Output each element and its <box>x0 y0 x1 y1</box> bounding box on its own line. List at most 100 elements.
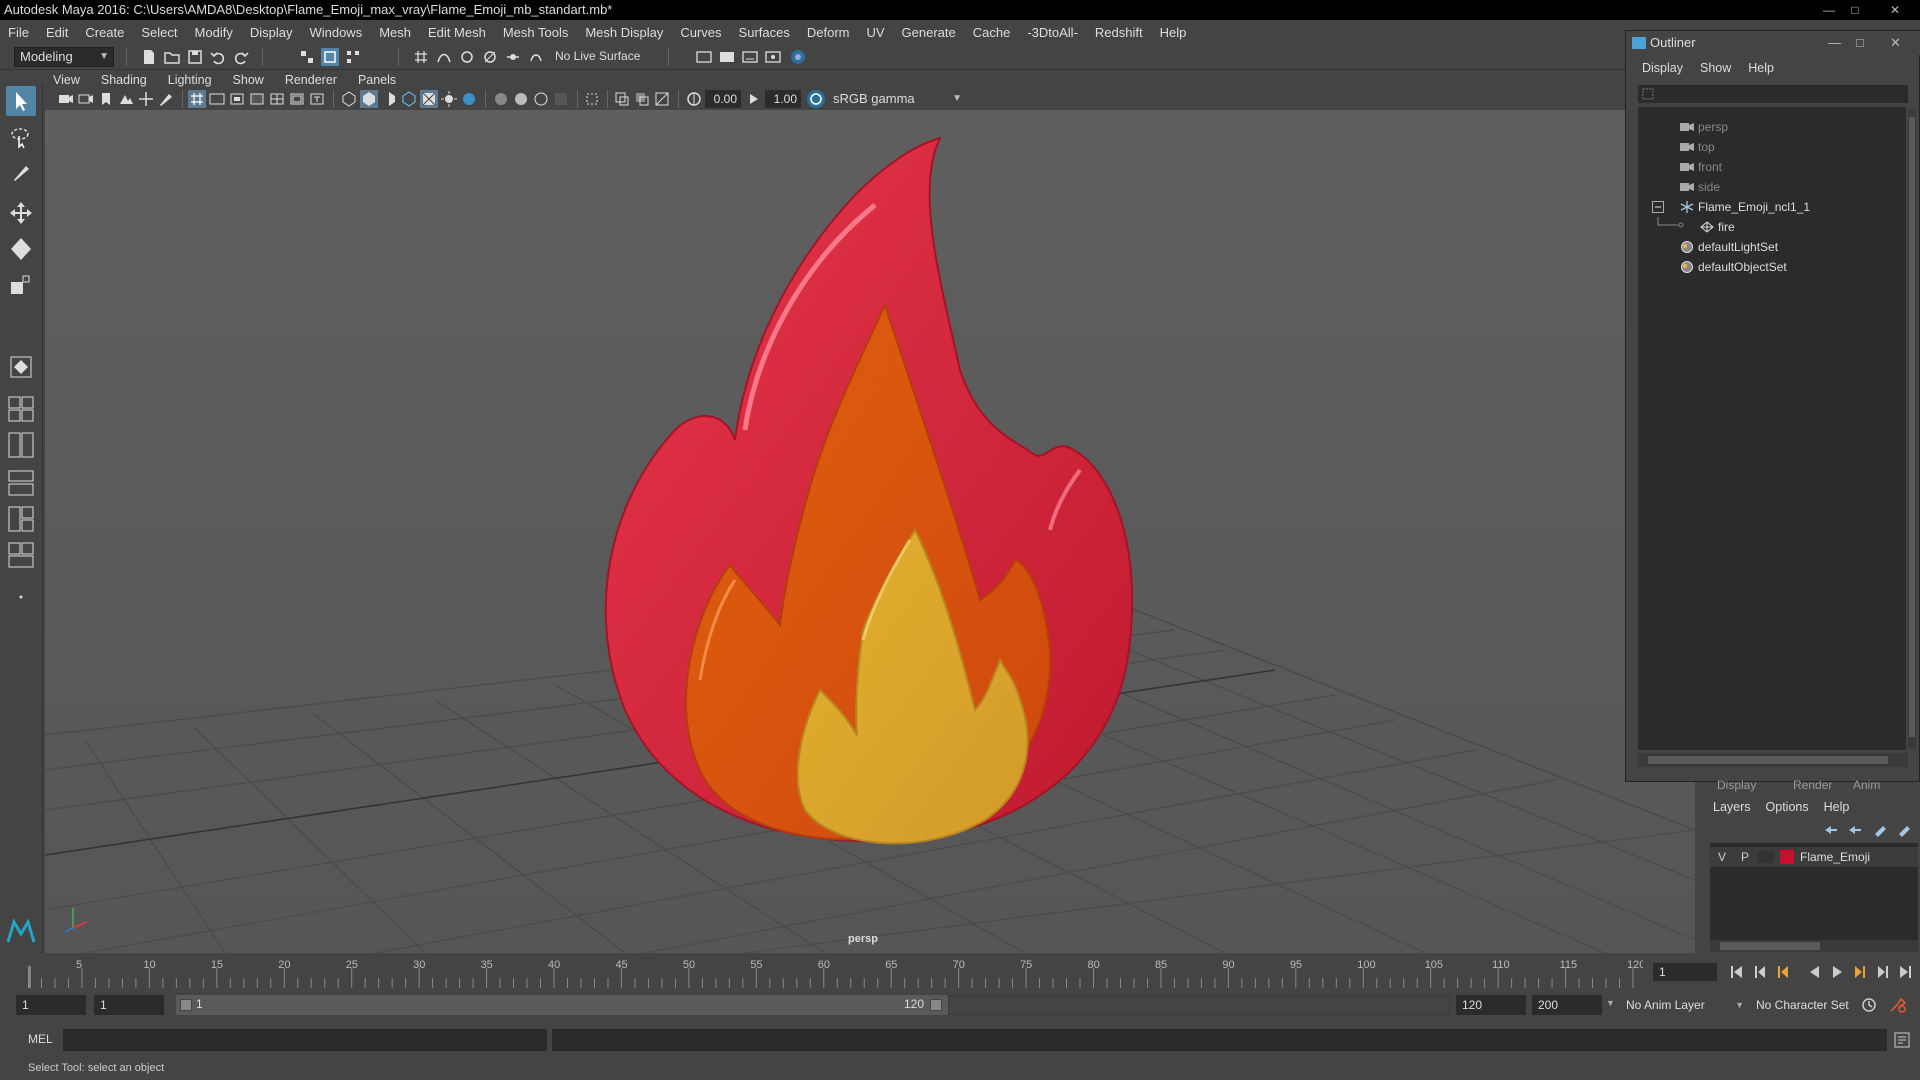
menu-deform[interactable]: Deform <box>807 25 850 40</box>
shadows-icon[interactable] <box>460 90 478 108</box>
tab-render[interactable]: Render <box>1793 778 1832 792</box>
xray-joints-icon[interactable] <box>653 90 671 108</box>
menu-modify[interactable]: Modify <box>195 25 233 40</box>
redo-icon[interactable] <box>232 48 250 66</box>
camera-icon[interactable] <box>57 90 75 108</box>
exposure-icon[interactable] <box>685 90 703 108</box>
open-scene-icon[interactable] <box>163 48 181 66</box>
safe-title-icon[interactable] <box>308 90 326 108</box>
menu-help[interactable]: Help <box>1160 25 1187 40</box>
select-hierarchy-icon[interactable] <box>298 48 316 66</box>
layer-menu-layers[interactable]: Layers <box>1713 800 1751 814</box>
outliner-menu-display[interactable]: Display <box>1642 61 1683 79</box>
script-editor-icon[interactable] <box>1893 1031 1911 1049</box>
layer-horizontal-scrollbar[interactable] <box>1710 940 1918 952</box>
outliner-item-flame-emoji-group[interactable]: Flame_Emoji_ncl1_1 <box>1638 197 1906 217</box>
hypershade-icon[interactable] <box>789 48 807 66</box>
layout-graph-button[interactable] <box>6 504 36 534</box>
gamma-icon[interactable] <box>745 90 763 108</box>
snap-live-icon[interactable] <box>504 48 522 66</box>
menu-curves[interactable]: Curves <box>680 25 721 40</box>
ipr-render-icon[interactable] <box>741 48 759 66</box>
menu-3dtoall[interactable]: -3DtoAll- <box>1027 25 1078 40</box>
layer-visibility-toggle[interactable]: V <box>1718 847 1726 867</box>
move-tool-button[interactable] <box>6 198 36 228</box>
command-language-label[interactable]: MEL <box>28 1032 53 1046</box>
layer-display-type[interactable] <box>1758 851 1774 863</box>
select-object-icon[interactable] <box>321 48 339 66</box>
two-d-pan-icon[interactable] <box>137 90 155 108</box>
current-time-marker[interactable] <box>28 966 31 988</box>
animation-start-field[interactable]: 1 <box>16 995 86 1015</box>
menu-edit[interactable]: Edit <box>46 25 68 40</box>
outliner-item-top[interactable]: top <box>1638 137 1906 157</box>
motion-blur-icon[interactable] <box>512 90 530 108</box>
xray-icon[interactable] <box>613 90 631 108</box>
layout-four-view-button[interactable] <box>6 394 36 424</box>
outliner-item-default-light-set[interactable]: defaultLightSet <box>1638 237 1906 257</box>
isolate-select-icon[interactable] <box>583 90 601 108</box>
new-scene-icon[interactable] <box>140 48 158 66</box>
snap-grid-icon[interactable] <box>412 48 430 66</box>
outliner-item-front[interactable]: front <box>1638 157 1906 177</box>
outliner-search-input[interactable] <box>1638 85 1908 103</box>
select-component-icon[interactable] <box>344 48 362 66</box>
bookmark-icon[interactable] <box>97 90 115 108</box>
camera-attributes-icon[interactable] <box>77 90 95 108</box>
safe-action-icon[interactable] <box>288 90 306 108</box>
close-icon[interactable]: ✕ <box>1890 31 1901 55</box>
scale-tool-button[interactable] <box>6 270 36 300</box>
layer-menu-options[interactable]: Options <box>1766 800 1809 814</box>
viewport-canvas[interactable] <box>45 110 1695 953</box>
layer-menu-help[interactable]: Help <box>1824 800 1850 814</box>
outliner-vertical-scrollbar[interactable] <box>1908 109 1916 749</box>
undo-icon[interactable] <box>209 48 227 66</box>
color-management-icon[interactable] <box>807 90 825 108</box>
range-start-handle[interactable] <box>180 999 192 1011</box>
animation-preferences-icon[interactable] <box>1888 996 1908 1014</box>
menu-create[interactable]: Create <box>85 25 124 40</box>
range-slider-track[interactable] <box>948 995 1450 1015</box>
paint-select-tool-button[interactable] <box>6 158 36 188</box>
viewport-menu-panels[interactable]: Panels <box>358 73 396 87</box>
wireframe-on-shaded-icon[interactable] <box>400 90 418 108</box>
minimize-icon[interactable]: — <box>1828 31 1841 55</box>
tab-anim[interactable]: Anim <box>1853 778 1880 792</box>
perspective-viewport[interactable]: persp <box>45 110 1695 953</box>
viewport-menu-view[interactable]: View <box>53 73 80 87</box>
depth-of-field-icon[interactable] <box>552 90 570 108</box>
field-chart-icon[interactable] <box>268 90 286 108</box>
anim-layer-dropdown[interactable]: No Anim Layer ▼ <box>1620 995 1746 1015</box>
menu-file[interactable]: File <box>8 25 29 40</box>
textured-icon[interactable] <box>420 90 438 108</box>
menu-mesh[interactable]: Mesh <box>379 25 411 40</box>
menu-uv[interactable]: UV <box>866 25 884 40</box>
use-all-lights-icon[interactable] <box>440 90 458 108</box>
command-input[interactable] <box>63 1029 547 1051</box>
menu-edit-mesh[interactable]: Edit Mesh <box>428 25 486 40</box>
auto-key-icon[interactable] <box>1860 996 1880 1014</box>
multisample-aa-icon[interactable] <box>532 90 550 108</box>
menu-cache[interactable]: Cache <box>973 25 1011 40</box>
menu-select[interactable]: Select <box>141 25 177 40</box>
outliner-item-default-object-set[interactable]: defaultObjectSet <box>1638 257 1906 277</box>
resolution-gate-icon[interactable] <box>228 90 246 108</box>
snap-point-icon[interactable] <box>458 48 476 66</box>
lasso-tool-button[interactable] <box>6 122 36 152</box>
menu-surfaces[interactable]: Surfaces <box>739 25 790 40</box>
menu-windows[interactable]: Windows <box>309 25 362 40</box>
menu-generate[interactable]: Generate <box>902 25 956 40</box>
playback-controls[interactable] <box>1728 963 1918 981</box>
layout-two-view-button[interactable] <box>6 430 36 460</box>
menu-display[interactable]: Display <box>250 25 293 40</box>
gate-mask-icon[interactable] <box>248 90 266 108</box>
character-set-dropdown[interactable]: No Character Set <box>1750 995 1870 1015</box>
gamma-field[interactable]: 1.00 <box>765 90 801 108</box>
menu-redshift[interactable]: Redshift <box>1095 25 1143 40</box>
wireframe-icon[interactable] <box>340 90 358 108</box>
maximize-icon[interactable]: □ <box>1842 0 1868 20</box>
layer-color-swatch[interactable] <box>1780 850 1794 864</box>
screen-space-ao-icon[interactable] <box>492 90 510 108</box>
layout-hypershade-button[interactable] <box>6 540 36 570</box>
close-icon[interactable]: ✕ <box>1870 0 1920 20</box>
